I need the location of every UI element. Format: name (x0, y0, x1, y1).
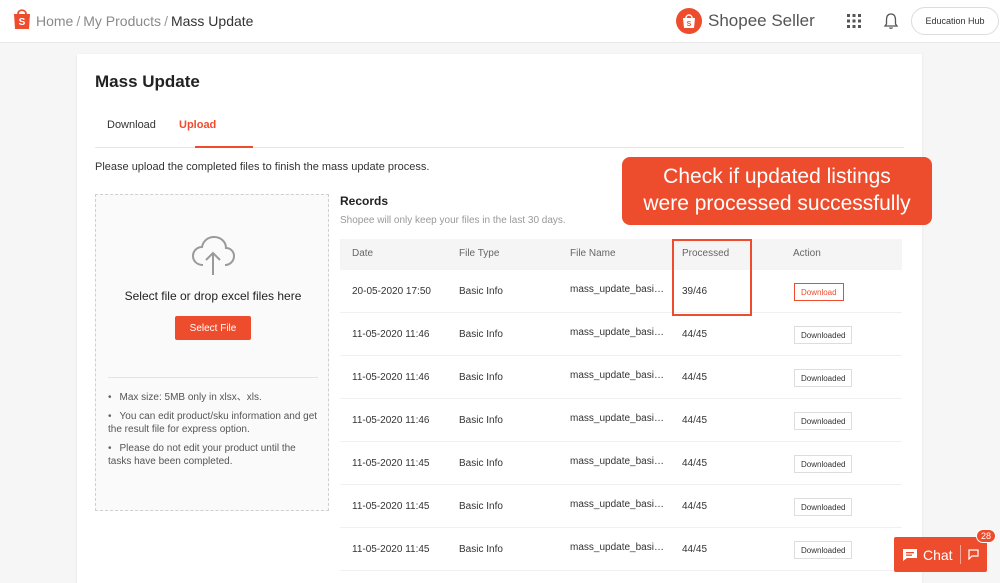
callout-annotation: Check if updated listings were processed… (622, 157, 932, 225)
chat-label: Chat (923, 546, 953, 563)
chat-button[interactable]: Chat (894, 537, 987, 572)
chat-unread-badge: 28 (976, 529, 996, 543)
breadcrumb-current: Mass Update (170, 13, 254, 29)
cell-processed: 44/45 (682, 501, 708, 512)
cell-processed: 44/45 (682, 329, 708, 340)
shopee-seller-brand[interactable]: S Shopee Seller (676, 7, 815, 35)
file-drop-zone[interactable]: Select file or drop excel files here Sel… (95, 194, 329, 511)
cell-file-name: mass_update_basic_info (570, 370, 668, 381)
downloaded-button[interactable]: Downloaded (794, 369, 853, 387)
select-file-button[interactable]: Select File (175, 316, 251, 340)
cell-processed: 44/45 (682, 415, 708, 426)
cell-file-type: Basic Info (459, 329, 503, 340)
cell-date: 11-05-2020 11:45 (352, 458, 430, 469)
cell-file-type: Basic Info (459, 372, 503, 383)
mass-update-card: Mass Update Download Upload Please uploa… (77, 54, 922, 583)
page-title: Mass Update (95, 72, 200, 91)
cloud-upload-icon (191, 235, 236, 275)
chat-divider (960, 545, 961, 564)
shopee-logo-icon[interactable]: S (12, 8, 32, 30)
cell-file-type: Basic Info (459, 501, 503, 512)
chat-bubble-icon (903, 548, 917, 561)
cell-file-type: Basic Info (459, 286, 503, 297)
callout-line-1: Check if updated listings (663, 165, 891, 188)
table-row: 11-05-2020 11:46 Basic Info mass_update_ba… (340, 399, 902, 442)
svg-text:S: S (19, 17, 26, 28)
downloaded-button[interactable]: Downloaded (794, 455, 853, 473)
table-row: 11-05-2020 11:45 Basic Info mass_update_ba… (340, 485, 902, 528)
downloaded-button[interactable]: Downloaded (794, 541, 853, 559)
cell-file-name: mass_update_basic_info (570, 456, 668, 467)
cell-date: 20-05-2020 17:50 (352, 286, 431, 297)
bell-icon[interactable] (882, 12, 900, 30)
cell-file-name: mass_update_basic_info (570, 284, 668, 295)
table-row: 11-05-2020 11:46 Basic Info mass_update_ba… (340, 313, 902, 356)
records-subtitle: Shopee will only keep your files in the … (340, 215, 566, 226)
top-bar: S Home / My Products / Mass Update S Shopee … (0, 0, 1000, 43)
tab-bar: Download Upload (95, 110, 904, 148)
column-header-file-type: File Type (459, 248, 500, 259)
cell-date: 11-05-2020 11:46 (352, 372, 430, 383)
table-row: 11-05-2020 11:45 Basic Info mass_update_ba… (340, 442, 902, 485)
downloaded-button[interactable]: Downloaded (794, 326, 853, 344)
records-table: Date File Type File Name Processed Actio… (340, 239, 902, 571)
upload-notes: Max size: 5MB only in xlsx、xls. You can … (108, 391, 318, 474)
svg-text:S: S (687, 21, 692, 28)
records-title: Records (340, 194, 389, 208)
upload-note: Max size: 5MB only in xlsx、xls. (108, 391, 318, 404)
breadcrumb-my-products[interactable]: My Products (83, 13, 161, 29)
tab-upload[interactable]: Upload (179, 119, 216, 131)
downloaded-button[interactable]: Downloaded (794, 412, 853, 430)
upload-instruction: Please upload the completed files to fin… (95, 161, 430, 173)
cell-file-name: mass_update_basic_info (570, 499, 668, 510)
cell-date: 11-05-2020 11:45 (352, 501, 430, 512)
cell-file-type: Basic Info (459, 544, 503, 555)
brand-name: Shopee Seller (708, 11, 815, 30)
cell-processed: 44/45 (682, 544, 708, 555)
cell-file-name: mass_update_basic_info (570, 542, 668, 553)
downloaded-button[interactable]: Downloaded (794, 498, 853, 516)
cell-date: 11-05-2020 11:46 (352, 329, 430, 340)
breadcrumb-separator: / (164, 13, 168, 29)
processed-highlight-box (672, 239, 752, 316)
drop-zone-divider (108, 377, 318, 378)
cell-file-name: mass_update_basic_info (570, 413, 668, 424)
cell-date: 11-05-2020 11:46 (352, 415, 430, 426)
upload-note: Please do not edit your product until th… (108, 442, 318, 468)
table-row: 11-05-2020 11:45 Basic Info mass_update_ba… (340, 528, 902, 571)
cell-file-type: Basic Info (459, 415, 503, 426)
breadcrumb: Home / My Products / Mass Update (36, 13, 253, 29)
expand-icon[interactable] (968, 549, 979, 560)
table-row: 20-05-2020 17:50 Basic Info mass_update_ba… (340, 270, 902, 313)
table-body: 20-05-2020 17:50 Basic Info mass_update_ba… (340, 270, 902, 571)
grid-icon[interactable] (845, 12, 863, 30)
table-header: Date File Type File Name Processed Actio… (340, 239, 902, 270)
cell-file-name: mass_update_basic_info (570, 327, 668, 338)
column-header-date: Date (352, 248, 374, 259)
upload-note: You can edit product/sku information and… (108, 410, 318, 436)
column-header-action: Action (793, 248, 821, 259)
drop-zone-text: Select file or drop excel files here (124, 289, 302, 303)
cell-file-type: Basic Info (459, 458, 503, 469)
cell-processed: 44/45 (682, 458, 708, 469)
tab-download[interactable]: Download (107, 119, 156, 131)
callout-line-2: were processed successfully (643, 192, 911, 215)
breadcrumb-home[interactable]: Home (36, 13, 73, 29)
active-tab-indicator (195, 146, 253, 148)
cell-date: 11-05-2020 11:45 (352, 544, 430, 555)
download-button[interactable]: Download (794, 283, 844, 301)
education-hub-button[interactable]: Education Hub (911, 7, 999, 35)
cell-processed: 44/45 (682, 372, 708, 383)
table-row: 11-05-2020 11:46 Basic Info mass_update_ba… (340, 356, 902, 399)
breadcrumb-separator: / (76, 13, 81, 29)
shopee-bag-icon: S (676, 8, 702, 34)
column-header-file-name: File Name (570, 248, 616, 259)
